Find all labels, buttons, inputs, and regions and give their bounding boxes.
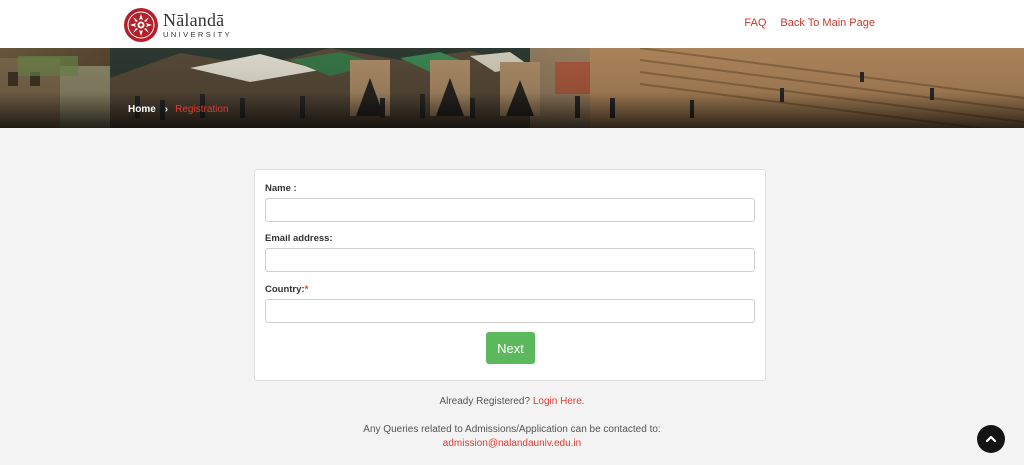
country-label-text: Country:	[265, 284, 305, 295]
email-input[interactable]	[265, 248, 755, 272]
required-mark: *	[304, 284, 309, 295]
site-logo[interactable]: Nālandā UNIVERSITY	[124, 7, 232, 43]
contact-email-line: admission@nalandauniv.edu.in	[0, 438, 1024, 449]
email-label: Email address:	[265, 233, 333, 244]
chevron-right-icon: ›	[164, 104, 169, 115]
chevron-up-icon	[985, 435, 997, 443]
site-header: Nālandā UNIVERSITY FAQ Back To Main Page	[0, 0, 1024, 48]
page-banner: Home › Registration	[0, 48, 1024, 128]
country-label: Country:*	[265, 284, 308, 295]
country-input[interactable]	[265, 299, 755, 323]
back-to-main-link[interactable]: Back To Main Page	[780, 17, 875, 29]
breadcrumb-home-link[interactable]: Home	[128, 104, 156, 115]
admission-email-link[interactable]: admission@nalandauniv.edu.in	[443, 438, 581, 449]
breadcrumb-current: Registration	[175, 104, 229, 115]
faq-link[interactable]: FAQ	[744, 17, 766, 29]
top-nav: FAQ Back To Main Page	[744, 17, 875, 29]
registration-form-card: Name : Email address: Country:* Next	[254, 169, 766, 381]
name-label: Name :	[265, 183, 297, 194]
already-registered-line: Already Registered? Login Here.	[0, 396, 1024, 407]
queries-text: Any Queries related to Admissions/Applic…	[363, 424, 661, 435]
scroll-to-top-button[interactable]	[977, 425, 1005, 453]
next-button[interactable]: Next	[486, 332, 535, 364]
breadcrumb: Home › Registration	[128, 104, 229, 115]
login-link[interactable]: Login Here.	[533, 396, 585, 407]
already-registered-text: Already Registered?	[439, 396, 531, 407]
banner-overlay	[0, 48, 1024, 128]
logo-subtitle: UNIVERSITY	[163, 30, 233, 40]
logo-name: Nālandā	[163, 10, 225, 31]
nalanda-emblem-icon	[124, 8, 158, 42]
name-input[interactable]	[265, 198, 755, 222]
